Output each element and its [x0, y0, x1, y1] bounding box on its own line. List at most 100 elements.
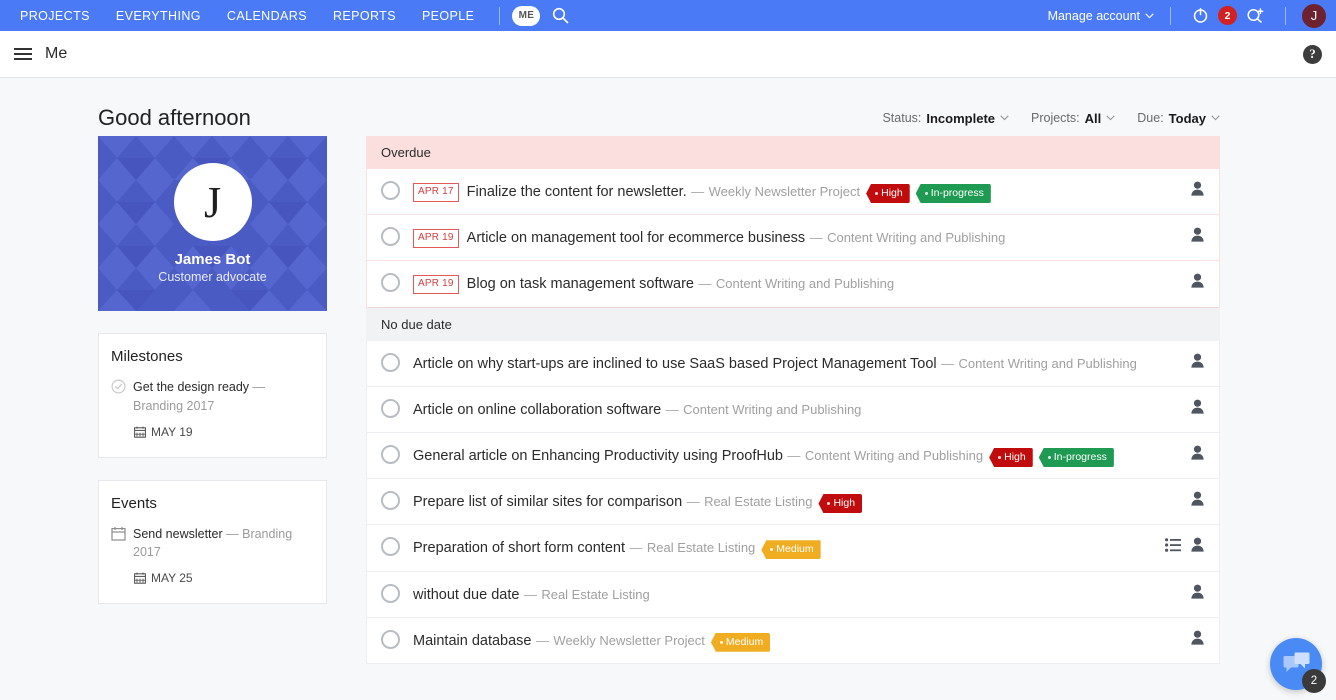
- task-group-header: Overdue: [366, 136, 1220, 169]
- task-actions: [1190, 272, 1205, 288]
- task-content: Article on why start-ups are inclined to…: [413, 352, 1178, 375]
- task-content: Preparation of short form content — Real…: [413, 536, 1153, 560]
- nav-link-reports[interactable]: REPORTS: [320, 9, 409, 23]
- top-nav-links: PROJECTS EVERYTHING CALENDARS REPORTS PEOPLE: [10, 9, 487, 23]
- assignee-icon[interactable]: [1190, 399, 1205, 414]
- event-date: MAY 25: [151, 571, 193, 585]
- page-title: Me: [45, 45, 68, 62]
- task-title[interactable]: Article on online collaboration software: [413, 402, 661, 418]
- task-row[interactable]: Preparation of short form content — Real…: [366, 525, 1220, 572]
- assignee-icon[interactable]: [1190, 227, 1205, 242]
- task-row[interactable]: without due date — Real Estate Listing: [366, 571, 1220, 618]
- assignee-icon[interactable]: [1190, 273, 1205, 288]
- task-row[interactable]: APR 19 Blog on task management software —…: [366, 261, 1220, 308]
- user-avatar[interactable]: J: [1302, 3, 1326, 28]
- task-title[interactable]: Prepare list of similar sites for compar…: [413, 494, 682, 510]
- nav-link-people[interactable]: PEOPLE: [409, 9, 487, 23]
- task-project[interactable]: Content Writing and Publishing: [683, 402, 861, 417]
- task-complete-checkbox[interactable]: [381, 227, 400, 247]
- task-project[interactable]: Weekly Newsletter Project: [709, 184, 860, 199]
- task-project[interactable]: Real Estate Listing: [704, 494, 812, 509]
- tag-label: Medium: [725, 635, 764, 648]
- event-dash: —: [226, 526, 239, 541]
- task-complete-checkbox[interactable]: [381, 537, 400, 557]
- tag-label: In-progress: [1053, 450, 1107, 463]
- profile-card: J James Bot Customer advocate: [98, 136, 327, 311]
- task-group-header: No due date: [366, 307, 1220, 341]
- notification-badge[interactable]: 2: [1218, 6, 1237, 25]
- hamburger-icon[interactable]: [14, 48, 32, 60]
- task-row[interactable]: General article on Enhancing Productivit…: [366, 432, 1220, 480]
- task-title[interactable]: Preparation of short form content: [413, 540, 625, 556]
- task-actions: [1190, 444, 1205, 460]
- task-title[interactable]: Maintain database: [413, 633, 532, 649]
- greeting-row: Good afternoon Status: Incomplete Projects…: [0, 78, 1336, 136]
- filter-status[interactable]: Status: Incomplete: [882, 111, 1009, 126]
- nav-link-calendars[interactable]: CALENDARS: [214, 9, 320, 23]
- task-group-overdue: Overdue APR 17 Finalize the content for ne…: [366, 136, 1220, 308]
- top-nav-right-actions: Manage account 2 J: [1048, 3, 1326, 28]
- task-row[interactable]: Article on why start-ups are inclined to…: [366, 340, 1220, 387]
- task-title[interactable]: General article on Enhancing Productivit…: [413, 448, 783, 464]
- task-row[interactable]: Article on online collaboration software…: [366, 386, 1220, 433]
- task-complete-checkbox[interactable]: [381, 273, 400, 293]
- subtask-list-icon[interactable]: [1165, 538, 1181, 552]
- task-title[interactable]: Blog on task management software: [467, 276, 694, 292]
- task-due-date-badge: APR 19: [413, 229, 459, 248]
- assignee-icon[interactable]: [1190, 353, 1205, 368]
- task-complete-checkbox[interactable]: [381, 398, 400, 418]
- manage-account-label: Manage account: [1047, 8, 1140, 23]
- filter-label: Projects:: [1031, 111, 1080, 125]
- me-pill-button[interactable]: ME: [512, 5, 541, 26]
- task-row[interactable]: Maintain database — Weekly Newsletter Pr…: [366, 617, 1220, 664]
- task-row[interactable]: APR 19 Article on management tool for eco…: [366, 215, 1220, 262]
- task-complete-checkbox[interactable]: [381, 352, 400, 372]
- task-row[interactable]: APR 17 Finalize the content for newslette…: [366, 169, 1220, 216]
- task-title[interactable]: Article on why start-ups are inclined to…: [413, 356, 937, 372]
- task-actions: [1190, 226, 1205, 242]
- help-icon[interactable]: ?: [1303, 44, 1322, 64]
- task-project[interactable]: Content Writing and Publishing: [716, 276, 894, 291]
- assignee-icon[interactable]: [1190, 537, 1205, 552]
- assignee-icon[interactable]: [1190, 181, 1205, 196]
- task-complete-checkbox[interactable]: [381, 491, 400, 511]
- filter-due[interactable]: Due: Today: [1137, 111, 1220, 126]
- task-complete-checkbox[interactable]: [381, 583, 400, 603]
- filter-projects[interactable]: Projects: All: [1031, 111, 1115, 126]
- task-project[interactable]: Content Writing and Publishing: [827, 230, 1005, 245]
- task-title[interactable]: without due date: [413, 587, 519, 603]
- add-user-icon[interactable]: [1237, 7, 1273, 24]
- manage-account-menu[interactable]: Manage account: [1048, 9, 1158, 23]
- task-project[interactable]: Real Estate Listing: [647, 540, 755, 555]
- top-navigation-bar: PROJECTS EVERYTHING CALENDARS REPORTS PEOPLE…: [0, 0, 1336, 31]
- search-icon[interactable]: [552, 7, 569, 24]
- tag-label: High: [881, 186, 903, 199]
- task-complete-checkbox[interactable]: [381, 629, 400, 649]
- assignee-icon[interactable]: [1190, 491, 1205, 506]
- task-complete-checkbox[interactable]: [381, 181, 400, 200]
- milestone-item[interactable]: Get the design ready — Branding 2017 MAY…: [111, 378, 314, 441]
- task-separator: —: [809, 230, 823, 246]
- event-name: Send newsletter: [133, 526, 223, 541]
- task-content: Prepare list of similar sites for compar…: [413, 490, 1178, 514]
- nav-divider-right-2: [1285, 6, 1286, 25]
- task-project[interactable]: Real Estate Listing: [541, 587, 649, 602]
- event-item[interactable]: Send newsletter — Branding 2017 MAY 25: [111, 525, 314, 588]
- task-row[interactable]: Prepare list of similar sites for compar…: [366, 479, 1220, 526]
- task-project[interactable]: Content Writing and Publishing: [805, 448, 983, 463]
- chat-unread-badge[interactable]: 2: [1302, 669, 1326, 693]
- power-icon[interactable]: [1183, 7, 1218, 24]
- assignee-icon[interactable]: [1190, 584, 1205, 599]
- assignee-icon[interactable]: [1190, 630, 1205, 645]
- task-project[interactable]: Weekly Newsletter Project: [553, 633, 704, 648]
- task-project[interactable]: Content Writing and Publishing: [959, 356, 1137, 371]
- task-separator: —: [535, 632, 549, 648]
- assignee-icon[interactable]: [1190, 445, 1205, 460]
- task-title[interactable]: Finalize the content for newsletter.: [467, 184, 687, 200]
- nav-link-projects[interactable]: PROJECTS: [10, 9, 103, 23]
- tag-dot-icon: [875, 192, 879, 195]
- chat-widget: 2: [1270, 638, 1326, 693]
- nav-link-everything[interactable]: EVERYTHING: [103, 9, 214, 23]
- task-title[interactable]: Article on management tool for ecommerce…: [467, 230, 806, 246]
- task-complete-checkbox[interactable]: [381, 444, 400, 464]
